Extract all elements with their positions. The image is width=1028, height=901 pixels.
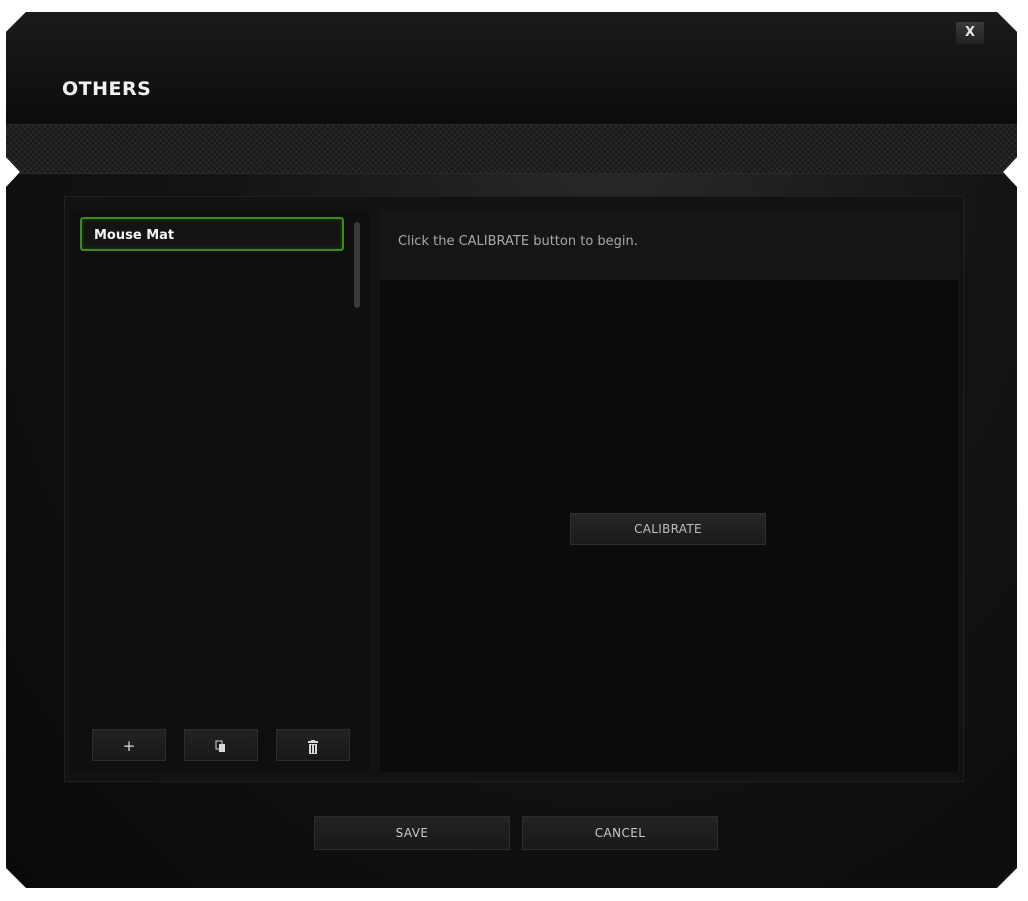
plus-icon: + — [122, 737, 136, 755]
close-button[interactable]: X — [956, 22, 984, 44]
copy-icon — [215, 740, 225, 752]
profile-list-panel: Mouse Mat + — [70, 210, 370, 772]
calibration-area: CALIBRATE — [380, 280, 958, 772]
calibration-panel: Click the CALIBRATE button to begin. CAL… — [380, 210, 960, 772]
calibration-instruction: Click the CALIBRATE button to begin. — [398, 234, 638, 249]
list-scrollbar[interactable] — [354, 222, 360, 308]
dialog-header — [6, 12, 1017, 124]
trash-icon — [308, 739, 318, 754]
cancel-button[interactable]: CANCEL — [522, 816, 718, 850]
page-title: OTHERS — [62, 78, 152, 100]
add-item-button[interactable]: + — [92, 729, 166, 761]
list-item-mouse-mat[interactable]: Mouse Mat — [80, 217, 344, 251]
copy-item-button[interactable] — [184, 729, 258, 761]
calibrate-button[interactable]: CALIBRATE — [570, 513, 766, 545]
save-button[interactable]: SAVE — [314, 816, 510, 850]
decorative-texture-strip — [6, 124, 1017, 174]
delete-item-button[interactable] — [276, 729, 350, 761]
